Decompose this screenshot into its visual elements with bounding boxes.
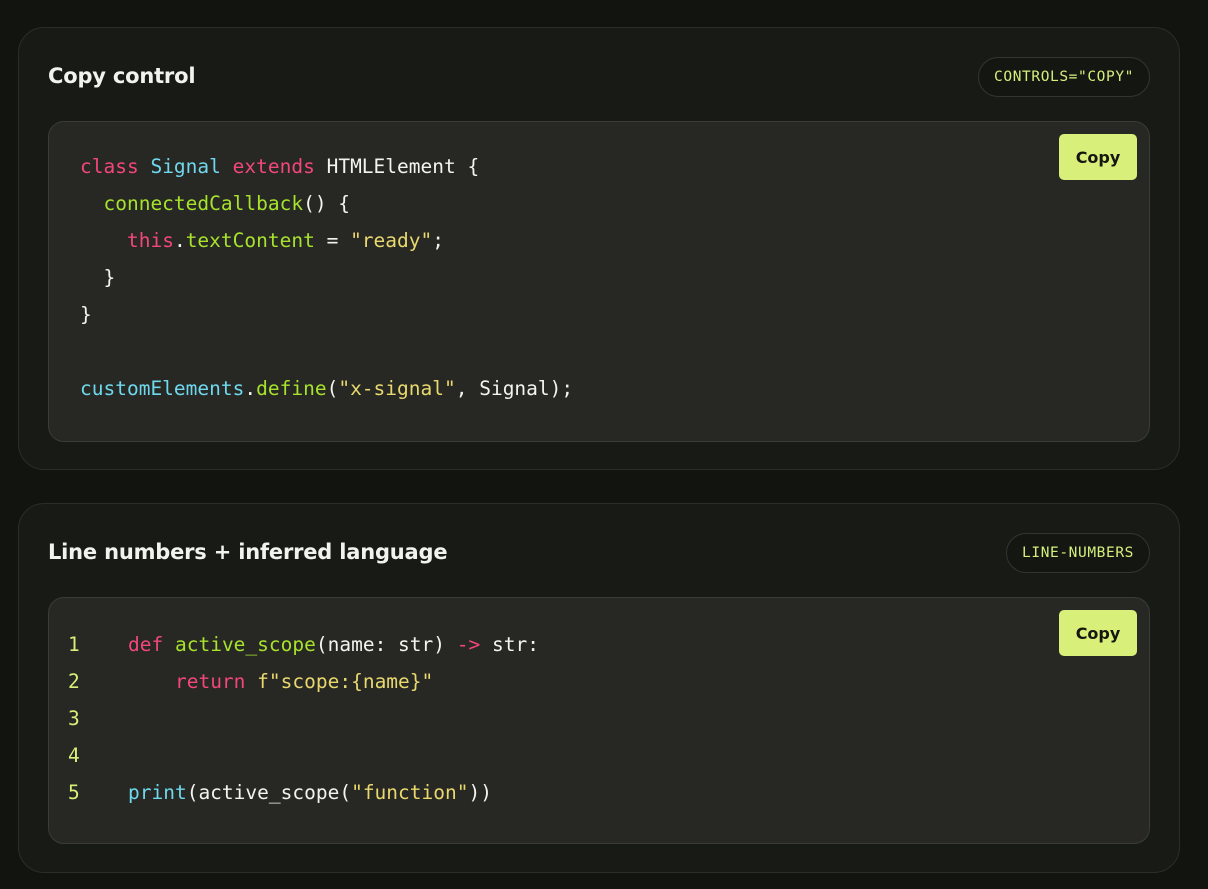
code-token: (active_scope(: [186, 781, 352, 804]
code-token: this: [126, 229, 174, 252]
code-token: textContent: [185, 229, 315, 252]
code-block: Copy 1 def active_scope(name: str) -> str…: [48, 597, 1150, 844]
code-line: 4: [68, 737, 539, 774]
line-number: 2: [68, 670, 80, 693]
code-token: Signal: [150, 155, 221, 178]
code-line: 5 print(active_scope("function")): [68, 774, 539, 811]
code-token: (: [326, 377, 339, 400]
card-title: Line numbers + inferred language: [48, 540, 448, 564]
code-line: this.textContent = "ready";: [80, 222, 573, 259]
code-token: }: [80, 303, 92, 326]
code-token: (name: str): [315, 633, 457, 656]
code-line: 2 return f"scope:{name}": [68, 663, 539, 700]
line-number: 1: [68, 633, 80, 656]
code-token: ;: [432, 229, 444, 252]
line-number: 3: [68, 707, 80, 730]
line-number: 5: [68, 781, 80, 804]
code-token: () {: [303, 192, 351, 215]
line-numbers-card: Line numbers + inferred language LINE-NU…: [18, 503, 1180, 873]
code-token: f"scope:{name}": [257, 670, 434, 693]
code-token: .: [173, 229, 186, 252]
code-token: .: [244, 377, 257, 400]
code-token: =: [314, 229, 351, 252]
code-token: "ready": [350, 229, 433, 252]
code-token: "function": [351, 781, 469, 804]
code-token: , Signal);: [455, 377, 574, 400]
code-line: class Signal extends HTMLElement {: [80, 148, 573, 185]
code-token: return: [174, 670, 246, 693]
code-block: Copy class Signal extends HTMLElement { …: [48, 121, 1150, 442]
code-content: 1 def active_scope(name: str) -> str: 2 re…: [68, 626, 539, 811]
card-title: Copy control: [48, 64, 196, 88]
code-token: extends: [232, 155, 315, 178]
copy-control-card: Copy control CONTROLS="COPY" Copy class …: [18, 27, 1180, 470]
code-line: connectedCallback() {: [80, 185, 573, 222]
code-token: define: [256, 377, 327, 400]
code-token: customElements: [80, 377, 245, 400]
code-token: str:: [480, 633, 539, 656]
controls-badge: CONTROLS="COPY": [978, 57, 1150, 97]
code-token: def: [128, 633, 164, 656]
code-token: connectedCallback: [103, 192, 304, 215]
copy-button[interactable]: Copy: [1059, 134, 1137, 180]
code-line: 1 def active_scope(name: str) -> str:: [68, 626, 539, 663]
code-token: ->: [456, 633, 481, 656]
code-token: HTMLElement {: [314, 155, 480, 178]
code-token: )): [468, 781, 492, 804]
code-line: 3: [68, 700, 539, 737]
code-line: }: [80, 259, 573, 296]
code-token: active_scope: [174, 633, 316, 656]
code-token: "x-signal": [338, 377, 456, 400]
code-line: }: [80, 296, 573, 333]
line-number: 4: [68, 744, 80, 767]
code-content: class Signal extends HTMLElement { conne…: [80, 148, 573, 407]
code-token: print: [128, 781, 187, 804]
code-token: }: [80, 266, 116, 289]
line-numbers-badge: LINE-NUMBERS: [1006, 533, 1150, 573]
copy-button[interactable]: Copy: [1059, 610, 1137, 656]
code-token: class: [80, 155, 139, 178]
code-line: customElements.define("x-signal", Signal…: [80, 370, 573, 407]
